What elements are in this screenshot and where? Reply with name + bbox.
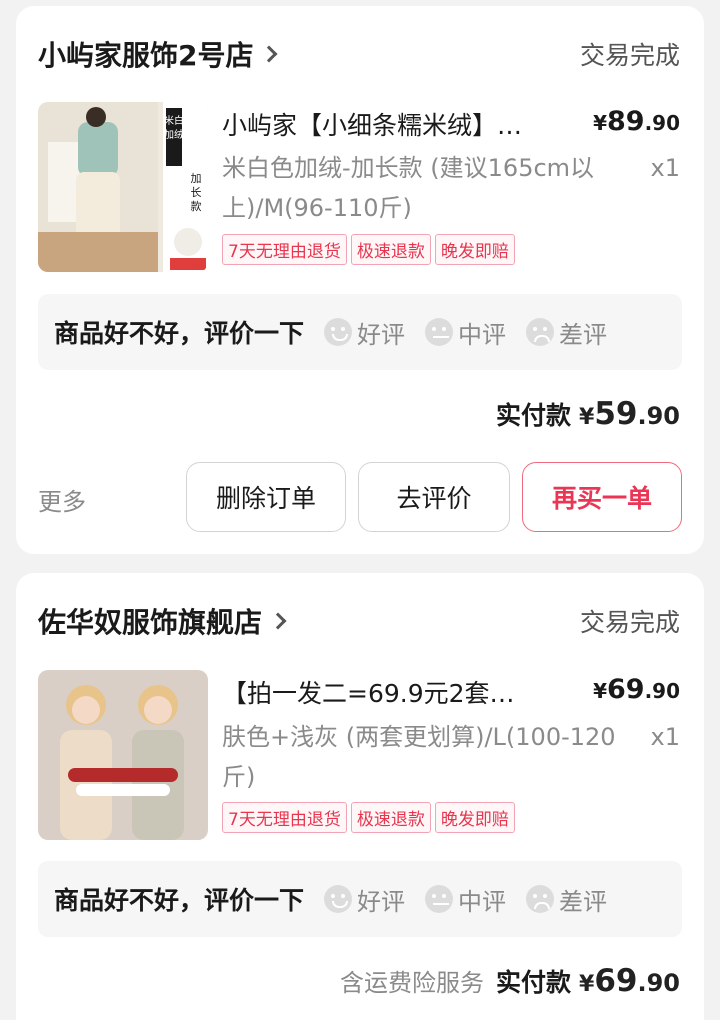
product-thumbnail[interactable]: 米白 加绒 加 长 款 <box>38 102 208 272</box>
sad-face-icon <box>526 318 555 346</box>
rate-bad-button[interactable]: 差评 <box>526 315 607 350</box>
delete-order-button[interactable]: 删除订单 <box>186 462 346 532</box>
review-question: 商品好不好，评价一下 <box>54 886 305 915</box>
order-card: 小屿家服饰2号店 交易完成 米白 加绒 加 长 款 小屿家【小细条糯米绒】… ¥… <box>16 6 704 554</box>
svg-text:加: 加 <box>191 172 202 185</box>
more-actions[interactable]: 更多 <box>38 482 86 517</box>
svg-text:米白: 米白 <box>164 114 184 127</box>
tag-fast-refund: 极速退款 <box>350 234 431 265</box>
shop-name[interactable]: 佐华奴服饰旗舰店 <box>38 601 262 641</box>
product-price: ¥69.90 <box>593 674 680 705</box>
chevron-right-icon[interactable] <box>269 612 287 630</box>
product-title[interactable]: 【拍一发二=69.9元2套… <box>222 674 552 710</box>
product-spec: 米白色加绒-加长款 (建议165cm以上)/M(96-110斤) <box>222 154 595 222</box>
rate-mid-button[interactable]: 中评 <box>425 315 506 350</box>
rebuy-button[interactable]: 再买一单 <box>522 462 682 532</box>
product-spec: 肤色+浅灰 (两套更划算)/L(100-120斤) <box>222 723 616 791</box>
rate-good-button[interactable]: 好评 <box>324 315 405 350</box>
sad-face-icon <box>526 885 555 913</box>
neutral-face-icon <box>425 318 454 346</box>
service-tags: 7天无理由退货 极速退款 晚发即赔 <box>222 802 515 833</box>
neutral-face-icon <box>425 885 454 913</box>
paid-label: 实付款 <box>496 401 572 430</box>
order-status: 交易完成 <box>579 41 680 70</box>
rate-bad-button[interactable]: 差评 <box>526 882 607 917</box>
tag-return-7day: 7天无理由退货 <box>222 234 347 265</box>
product-title[interactable]: 小屿家【小细条糯米绒】… <box>222 106 552 142</box>
chevron-right-icon[interactable] <box>260 45 278 63</box>
paid-amount: 实付款 ¥ 59 .90 <box>496 396 680 432</box>
paid-amount: 含运费险服务 实付款 ¥ 69 .90 <box>340 963 680 999</box>
service-tags: 7天无理由退货 极速退款 晚发即赔 <box>222 234 515 265</box>
tag-return-7day: 7天无理由退货 <box>222 802 347 833</box>
svg-text:款: 款 <box>191 199 202 213</box>
shop-header[interactable]: 小屿家服饰2号店 交易完成 <box>38 34 680 74</box>
svg-text:加绒: 加绒 <box>164 128 184 141</box>
shipping-insurance-note: 含运费险服务 <box>340 969 485 997</box>
product-qty: x1 <box>650 154 680 182</box>
rate-good-button[interactable]: 好评 <box>324 882 405 917</box>
review-prompt: 商品好不好，评价一下 好评 中评 差评 <box>38 294 682 370</box>
review-prompt: 商品好不好，评价一下 好评 中评 差评 <box>38 861 682 937</box>
product-qty: x1 <box>650 723 680 751</box>
paid-label: 实付款 <box>496 968 572 997</box>
product-thumbnail[interactable] <box>38 670 208 840</box>
tag-fast-refund: 极速退款 <box>350 802 431 833</box>
order-status: 交易完成 <box>579 608 680 637</box>
order-card: 佐华奴服饰旗舰店 交易完成 【拍一发二=69.9元2套… ¥69.90 肤色+浅… <box>16 573 704 1020</box>
rate-mid-button[interactable]: 中评 <box>425 882 506 917</box>
shop-name[interactable]: 小屿家服饰2号店 <box>38 34 253 74</box>
product-price: ¥89.90 <box>593 106 680 137</box>
tag-late-compensation: 晚发即赔 <box>434 802 515 833</box>
smile-face-icon <box>324 318 353 346</box>
shop-header[interactable]: 佐华奴服饰旗舰店 交易完成 <box>38 601 680 641</box>
review-question: 商品好不好，评价一下 <box>54 319 305 348</box>
write-review-button[interactable]: 去评价 <box>358 462 510 532</box>
tag-late-compensation: 晚发即赔 <box>434 234 515 265</box>
smile-face-icon <box>324 885 353 913</box>
svg-text:长: 长 <box>191 186 202 199</box>
